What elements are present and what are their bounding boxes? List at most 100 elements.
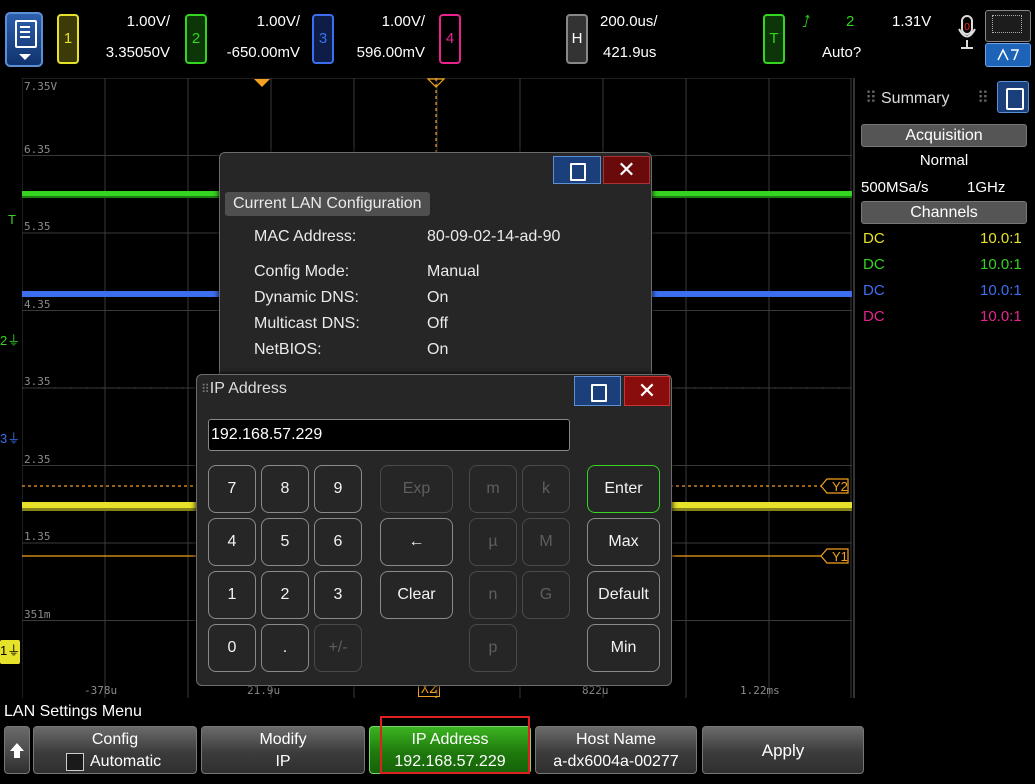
key-0[interactable]: 0	[208, 624, 256, 672]
enter-button[interactable]: Enter	[587, 465, 660, 513]
trigger-button[interactable]: T	[763, 14, 785, 64]
host-name-softkey-label: Host Name	[575, 731, 657, 748]
channel-2-number: 2	[191, 30, 201, 47]
channel-4-button[interactable]: 4	[439, 14, 461, 64]
key-exp[interactable]: Exp	[380, 465, 453, 513]
channel-2-coupling: DC	[863, 256, 885, 273]
channel-4-probe: 10.0:1	[980, 308, 1022, 325]
channel-2-offset: -650.00mV	[226, 44, 300, 61]
volt-label: 1.35	[24, 530, 51, 543]
key-7[interactable]: 7	[208, 465, 256, 513]
y1-cursor-label[interactable]: Y1	[832, 549, 848, 564]
backspace-button[interactable]: ←	[380, 518, 453, 566]
netbios-label: NetBIOS:	[254, 341, 322, 358]
channel-2-ground-marker[interactable]: 2⏚	[0, 330, 20, 349]
channel-3-ground-marker[interactable]: 3⏚	[0, 428, 20, 447]
dialog-menu-icon[interactable]	[574, 376, 621, 406]
touch-mode-icon[interactable]	[985, 43, 1031, 67]
key-pico[interactable]: p	[469, 624, 517, 672]
trigger-edge-icon: ⭜	[802, 14, 811, 31]
channel-2-probe: 10.0:1	[980, 256, 1022, 273]
channel-2-scale: 1.00V/	[256, 13, 300, 30]
key-3[interactable]: 3	[314, 571, 362, 619]
ground-marker-number: 2	[0, 333, 8, 348]
channel-1-offset: 3.35050V	[105, 44, 170, 61]
acquisition-header: Acquisition	[861, 124, 1027, 147]
trigger-source: 2	[846, 13, 855, 30]
channel-1-button[interactable]: 1	[57, 14, 79, 64]
mac-address-label: MAC Address:	[254, 228, 357, 245]
time-label: 1.22ms	[740, 684, 780, 697]
ip-dialog-title-bar: ⠿IP Address	[201, 380, 287, 398]
key-giga[interactable]: G	[522, 571, 570, 619]
channel-1-number: 1	[63, 30, 73, 47]
tab-summary[interactable]: ⠿ Summary ⠿	[859, 82, 991, 116]
max-button[interactable]: Max	[587, 518, 660, 566]
key-sign[interactable]: +/-	[314, 624, 362, 672]
channel-3-probe: 10.0:1	[980, 282, 1022, 299]
multicast-dns-value: Off	[427, 315, 449, 332]
key-5[interactable]: 5	[261, 518, 309, 566]
y2-cursor-label[interactable]: Y2	[832, 479, 848, 494]
dialog-menu-icon[interactable]	[553, 156, 601, 184]
close-icon[interactable]: ✕	[624, 376, 670, 406]
trigger-level-marker[interactable]: T	[8, 212, 16, 227]
key-1[interactable]: 1	[208, 571, 256, 619]
automatic-checkbox[interactable]	[66, 753, 84, 771]
key-4[interactable]: 4	[208, 518, 256, 566]
channel-1-probe: 10.0:1	[980, 230, 1022, 247]
dynamic-dns-label: Dynamic DNS:	[254, 289, 359, 306]
key-micro[interactable]: µ	[469, 518, 517, 566]
config-mode-value: Manual	[427, 263, 480, 280]
summary-panel: ⠿ Summary ⠿ Acquisition Normal 500MSa/s 1…	[853, 78, 1035, 698]
key-6[interactable]: 6	[314, 518, 362, 566]
key-8[interactable]: 8	[261, 465, 309, 513]
close-icon[interactable]: ✕	[603, 156, 650, 184]
key-mega[interactable]: M	[522, 518, 570, 566]
default-button[interactable]: Default	[587, 571, 660, 619]
channel-1-scale: 1.00V/	[126, 13, 170, 30]
key-decimal-point[interactable]: .	[261, 624, 309, 672]
modify-softkey-label: Modify	[259, 731, 307, 748]
channel-3-number: 3	[318, 30, 328, 47]
microphone-icon[interactable]: 0	[956, 14, 978, 52]
channel-3-scale: 1.00V/	[381, 13, 425, 30]
back-button[interactable]	[4, 726, 30, 774]
host-name-softkey-value: a-dx6004a-00277	[553, 753, 679, 770]
key-kilo[interactable]: k	[522, 465, 570, 513]
panel-menu-icon[interactable]	[997, 81, 1029, 113]
channel-1-ground-marker[interactable]: 1⏚	[0, 640, 20, 664]
apply-softkey[interactable]: Apply	[702, 726, 864, 774]
menu-icon	[15, 20, 37, 48]
key-9[interactable]: 9	[314, 465, 362, 513]
clear-button[interactable]: Clear	[380, 571, 453, 619]
main-menu-button[interactable]	[5, 12, 43, 67]
channel-3-button[interactable]: 3	[312, 14, 334, 64]
key-2[interactable]: 2	[261, 571, 309, 619]
min-button[interactable]: Min	[587, 624, 660, 672]
dropdown-arrow-icon	[19, 54, 31, 60]
zoom-select-icon[interactable]	[985, 10, 1031, 42]
horizontal-delay: 421.9us	[603, 44, 657, 61]
ground-marker-number: 3	[0, 431, 8, 446]
dialog-title: Current LAN Configuration	[225, 192, 430, 216]
host-name-softkey[interactable]: Host Name a-dx6004a-00277	[535, 726, 697, 774]
config-softkey[interactable]: Config Automatic	[33, 726, 197, 774]
volt-label: 6.35	[24, 143, 51, 156]
ip-address-input[interactable]: 192.168.57.229	[208, 419, 570, 451]
modify-softkey[interactable]: Modify IP	[201, 726, 365, 774]
drag-handle-icon: ⠿	[977, 90, 989, 107]
channel-2-button[interactable]: 2	[185, 14, 207, 64]
channel-4-number: 4	[445, 30, 455, 47]
channel-4-coupling: DC	[863, 308, 885, 325]
config-softkey-label: Config	[91, 731, 139, 748]
status-bar	[0, 0, 1035, 78]
key-nano[interactable]: n	[469, 571, 517, 619]
key-milli[interactable]: m	[469, 465, 517, 513]
acquisition-mode: Normal	[919, 152, 969, 169]
svg-text:0: 0	[964, 22, 970, 33]
multicast-dns-label: Multicast DNS:	[254, 315, 360, 332]
mac-address-value: 80-09-02-14-ad-90	[427, 228, 561, 245]
volt-label: 3.35	[24, 375, 51, 388]
horizontal-button[interactable]: H	[566, 14, 588, 64]
